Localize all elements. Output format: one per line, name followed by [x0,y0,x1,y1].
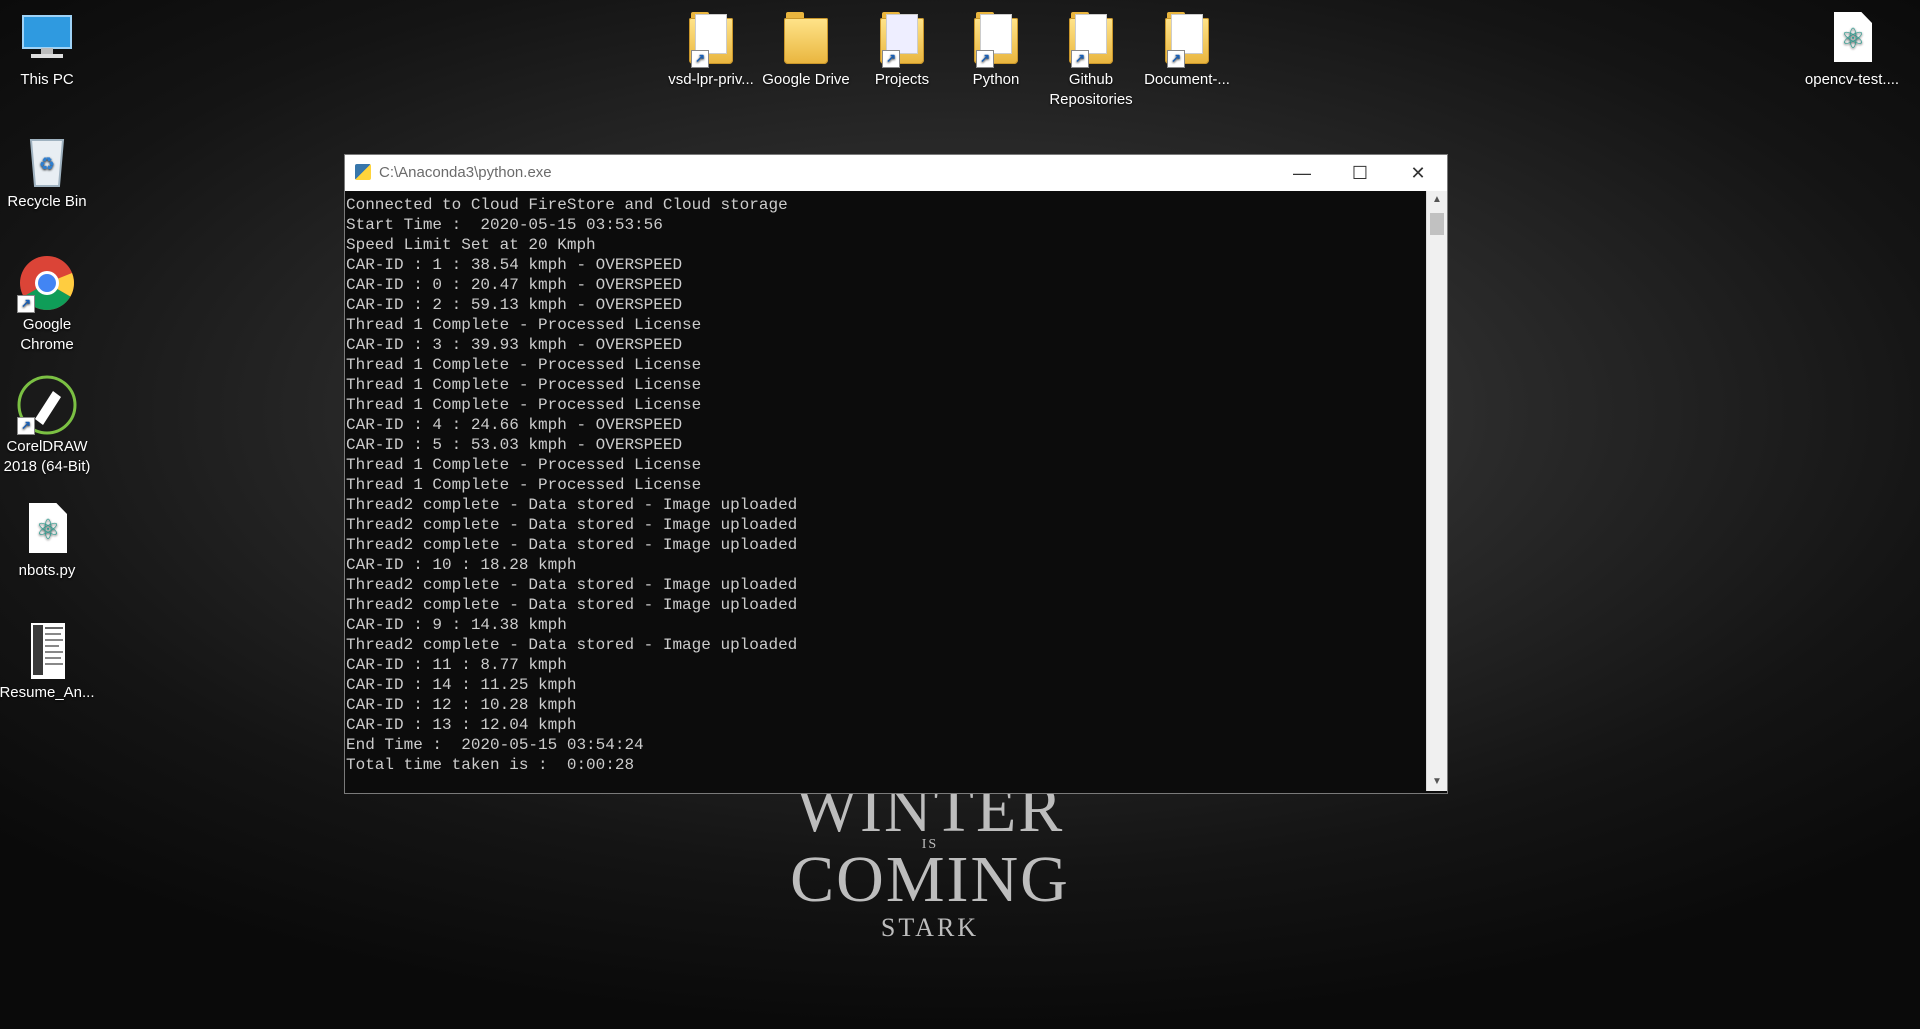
desktop-icon-label: Python [972,71,1020,88]
desktop-icon-label: nbots.py [18,562,76,579]
desktop-icon-recycle-bin[interactable]: ♻ Recycle Bin [0,130,97,212]
close-icon: ✕ [1410,163,1426,183]
close-button[interactable]: ✕ [1389,155,1447,191]
console-line: Thread 1 Complete - Processed License [346,316,702,334]
console-line: Thread 1 Complete - Processed License [346,376,702,394]
scroll-up-icon[interactable]: ▲ [1427,191,1447,209]
desktop-icon-label: This PC [20,71,74,88]
console-output[interactable]: Connected to Cloud FireStore and Cloud s… [345,191,1425,791]
python-app-icon [355,164,371,180]
console-line: CAR-ID : 0 : 20.47 kmph - OVERSPEED [346,276,683,294]
folder-icon: ↗ [872,8,932,68]
desktop-icon-label: Document-... [1144,71,1230,88]
desktop-icon-label: vsd-lpr-priv... [668,71,754,88]
console-line: CAR-ID : 11 : 8.77 kmph [346,656,567,674]
desktop-icon-label: Chrome [20,336,74,353]
shortcut-arrow-icon: ↗ [17,417,35,435]
desktop-icon-label: Google Drive [762,71,850,88]
console-line: Thread 1 Complete - Processed License [346,356,702,374]
folder-icon: ↗ [966,8,1026,68]
desktop-icon-document[interactable]: ↗ Document-... [1137,8,1237,90]
desktop-icon-google-chrome[interactable]: ↗ Google Chrome [0,253,97,355]
chrome-icon: ↗ [17,253,77,313]
console-line: Thread2 complete - Data stored - Image u… [346,536,798,554]
folder-icon: ↗ [681,8,741,68]
console-line: CAR-ID : 3 : 39.93 kmph - OVERSPEED [346,336,683,354]
console-line: CAR-ID : 12 : 10.28 kmph [346,696,577,714]
desktop-icon-coreldraw[interactable]: ↗ CorelDRAW 2018 (64-Bit) [0,375,97,477]
console-line: End Time : 2020-05-15 03:54:24 [346,736,644,754]
wallpaper-text-coming: COMING [790,843,1070,916]
console-line: Total time taken is : 0:00:28 [346,756,635,774]
console-window[interactable]: C:\Anaconda3\python.exe — ☐ ✕ Connected … [344,154,1448,794]
console-line: Thread 1 Complete - Processed License [346,396,702,414]
console-line: Thread2 complete - Data stored - Image u… [346,636,798,654]
maximize-icon: ☐ [1351,163,1369,183]
shortcut-arrow-icon: ↗ [1071,50,1089,68]
console-line: Thread2 complete - Data stored - Image u… [346,596,798,614]
console-line: Thread2 complete - Data stored - Image u… [346,496,798,514]
console-line: CAR-ID : 1 : 38.54 kmph - OVERSPEED [346,256,683,274]
console-line: Start Time : 2020-05-15 03:53:56 [346,216,663,234]
console-line: CAR-ID : 9 : 14.38 kmph [346,616,567,634]
svg-text:♻: ♻ [39,154,55,174]
vertical-scrollbar[interactable]: ▲ ▼ [1426,191,1447,791]
desktop-icon-google-drive[interactable]: Google Drive [756,8,856,90]
desktop-icon-vsd-lpr[interactable]: ↗ vsd-lpr-priv... [661,8,761,90]
desktop-icon-label: Google [22,316,72,333]
window-titlebar[interactable]: C:\Anaconda3\python.exe — ☐ ✕ [345,155,1447,191]
console-line: Thread 1 Complete - Processed License [346,456,702,474]
desktop-icon-label: Repositories [1049,91,1133,108]
folder-icon [776,8,836,68]
recycle-bin-icon: ♻ [17,130,77,190]
desktop-icon-this-pc[interactable]: This PC [0,8,97,90]
desktop-icon-projects[interactable]: ↗ Projects [852,8,952,90]
shortcut-arrow-icon: ↗ [17,295,35,313]
desktop-icon-python[interactable]: ↗ Python [946,8,1046,90]
scroll-thumb[interactable] [1430,213,1444,235]
desktop-icon-opencv-test[interactable]: ⚛ opencv-test.... [1802,8,1902,90]
console-line: Thread 1 Complete - Processed License [346,476,702,494]
python-file-icon: ⚛ [1822,8,1882,68]
scroll-down-icon[interactable]: ▼ [1427,773,1447,791]
maximize-button[interactable]: ☐ [1331,155,1389,191]
shortcut-arrow-icon: ↗ [882,50,900,68]
desktop-icon-label: 2018 (64-Bit) [3,458,91,475]
shortcut-arrow-icon: ↗ [976,50,994,68]
console-line: CAR-ID : 4 : 24.66 kmph - OVERSPEED [346,416,683,434]
python-file-icon: ⚛ [17,499,77,559]
coreldraw-icon: ↗ [17,375,77,435]
console-line: CAR-ID : 2 : 59.13 kmph - OVERSPEED [346,296,683,314]
computer-icon [17,8,77,68]
console-line: CAR-ID : 5 : 53.03 kmph - OVERSPEED [346,436,683,454]
console-line: CAR-ID : 13 : 12.04 kmph [346,716,577,734]
console-line: CAR-ID : 14 : 11.25 kmph [346,676,577,694]
console-line: Speed Limit Set at 20 Kmph [346,236,596,254]
shortcut-arrow-icon: ↗ [1167,50,1185,68]
desktop-icon-nbots-py[interactable]: ⚛ nbots.py [0,499,97,581]
document-thumbnail-icon [17,621,77,681]
window-title: C:\Anaconda3\python.exe [379,164,552,181]
minimize-button[interactable]: — [1273,155,1331,191]
folder-icon: ↗ [1061,8,1121,68]
desktop-icon-label: Resume_An... [0,684,95,701]
wallpaper-logo: WINTER IS COMING STARK [760,777,1100,946]
desktop-icon-label: Recycle Bin [7,193,87,210]
shortcut-arrow-icon: ↗ [691,50,709,68]
desktop-icon-label: opencv-test.... [1804,71,1900,88]
desktop-icon-label: Github [1068,71,1114,88]
desktop-icon-label: CorelDRAW [6,438,88,455]
folder-icon: ↗ [1157,8,1217,68]
console-line: Thread2 complete - Data stored - Image u… [346,576,798,594]
console-line: Connected to Cloud FireStore and Cloud s… [346,196,788,214]
desktop-icon-resume[interactable]: Resume_An... [0,621,97,703]
desktop-icon-label: Projects [874,71,930,88]
console-line: Thread2 complete - Data stored - Image u… [346,516,798,534]
minimize-icon: — [1293,163,1311,183]
desktop-icon-github-repositories[interactable]: ↗ Github Repositories [1041,8,1141,110]
console-line: CAR-ID : 10 : 18.28 kmph [346,556,577,574]
